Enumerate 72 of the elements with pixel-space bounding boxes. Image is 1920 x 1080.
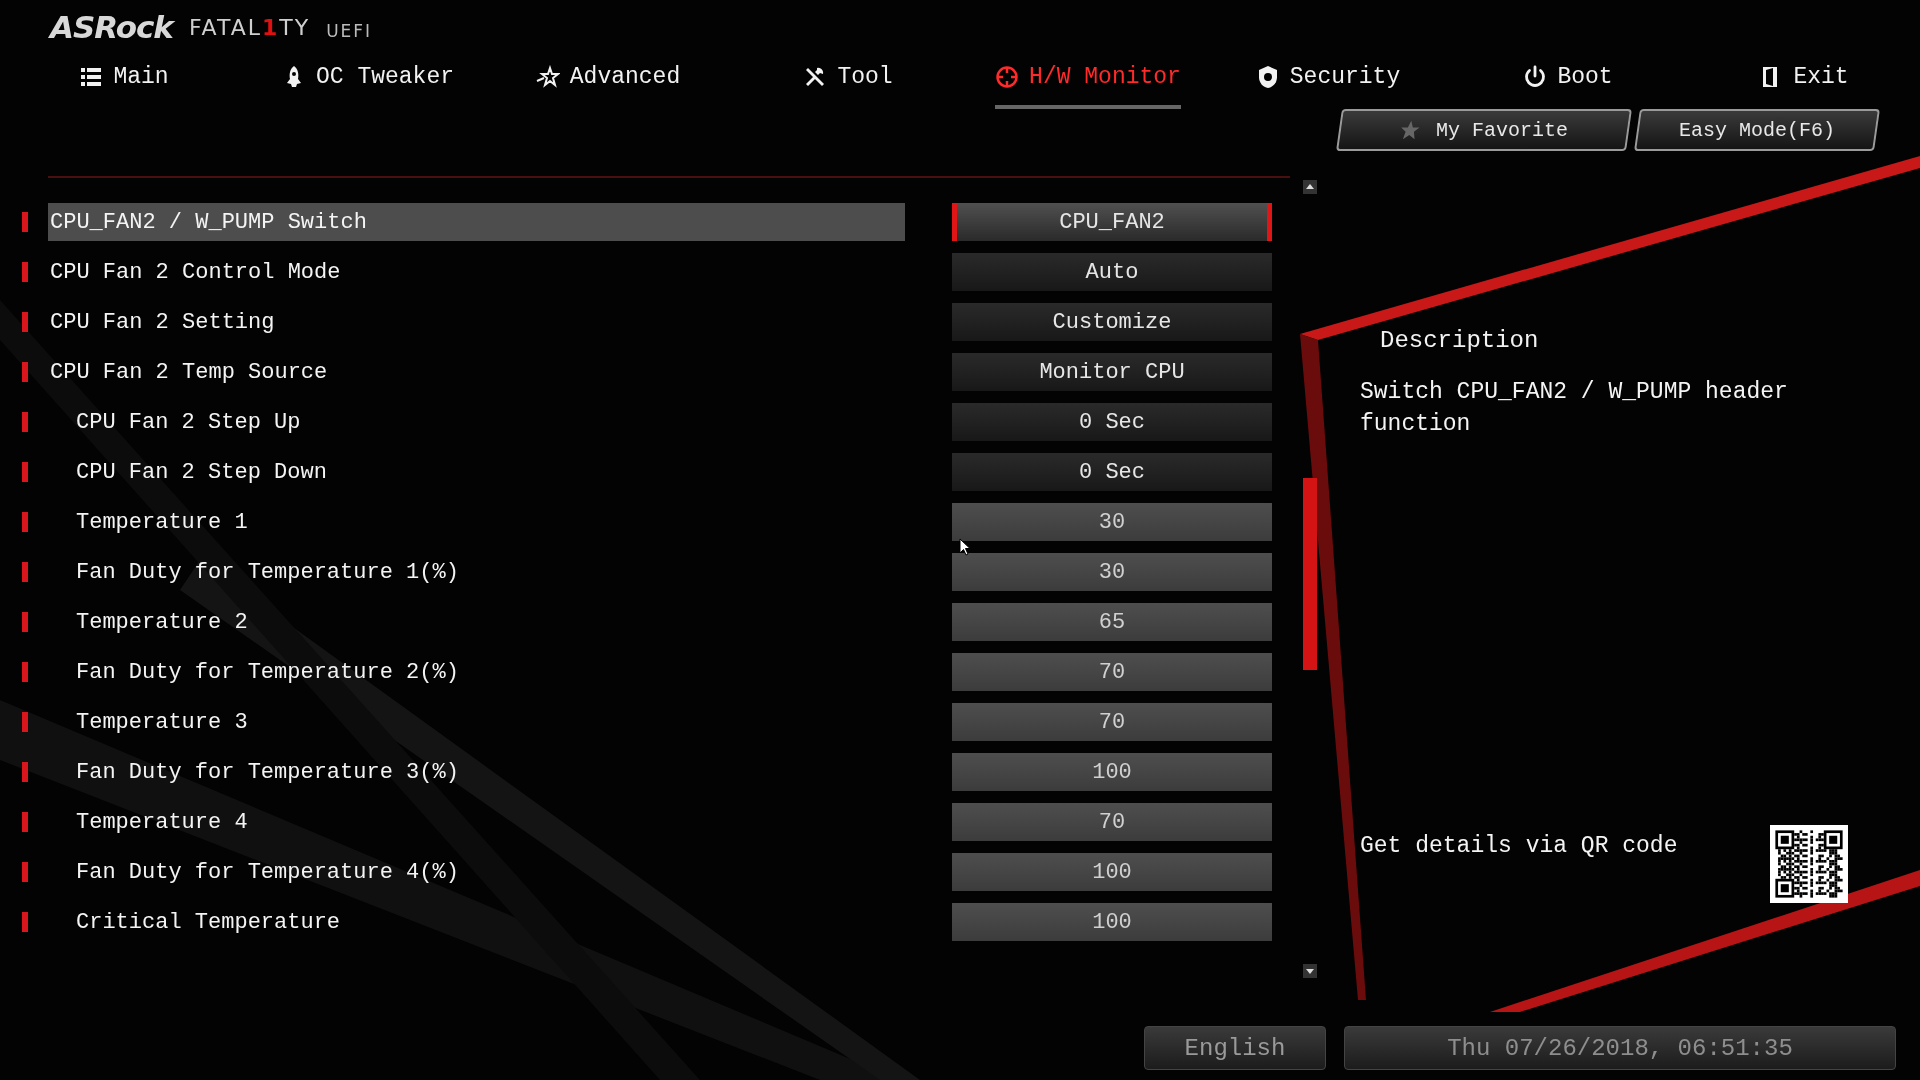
setting-label[interactable]: CPU_FAN2 / W_PUMP Switch [48,203,905,241]
setting-label[interactable]: Temperature 3 [48,703,905,741]
row-marker [22,212,28,232]
nav-tab[interactable]: Tool [803,55,893,109]
number-field[interactable]: 30 [952,553,1272,591]
row-marker [22,312,28,332]
number-field[interactable]: 70 [952,653,1272,691]
setting-label[interactable]: CPU Fan 2 Setting [48,303,905,341]
row-marker [22,562,28,582]
nav-tab[interactable]: H/W Monitor [995,55,1181,109]
number-field[interactable]: 100 [952,853,1272,891]
nav-tab[interactable]: Exit [1759,55,1849,109]
uefi-label: UEFI [326,21,373,41]
nav-tab[interactable]: Security [1255,55,1401,109]
nav-tab[interactable]: Advanced [535,55,681,109]
option-button[interactable]: Auto [952,253,1272,291]
number-field[interactable]: 100 [952,903,1272,941]
brand-logo: ASRock [50,9,173,45]
number-field[interactable]: 100 [952,753,1272,791]
row-marker [22,362,28,382]
qr-code-icon [1770,825,1848,903]
option-button[interactable]: CPU_FAN2 [952,203,1272,241]
favorite-button[interactable]: My Favorite [1336,109,1632,151]
power-icon [1523,65,1548,89]
number-field[interactable]: 30 [952,503,1272,541]
setting-label[interactable]: Critical Temperature [48,903,905,941]
language-button[interactable]: English [1144,1026,1326,1070]
mode-button[interactable]: Easy Mode(F6) [1634,109,1880,151]
row-marker [22,862,28,882]
setting-label[interactable]: Fan Duty for Temperature 1(%) [48,553,905,591]
setting-label[interactable]: CPU Fan 2 Control Mode [48,253,905,291]
nav-tab[interactable]: Boot [1523,55,1613,109]
option-button[interactable]: 0 Sec [952,403,1272,441]
description-title: Description [1380,327,1540,354]
star-icon [535,65,560,89]
setting-label[interactable]: Temperature 4 [48,803,905,841]
row-marker [22,762,28,782]
row-marker [22,662,28,682]
row-marker [22,812,28,832]
crosshair-icon [995,65,1020,89]
row-marker [22,462,28,482]
nav-tab[interactable]: Main [79,55,169,109]
scroll-down-icon[interactable] [1303,964,1317,978]
mouse-cursor-icon [959,538,971,556]
setting-label[interactable]: Fan Duty for Temperature 2(%) [48,653,905,691]
number-field[interactable]: 70 [952,803,1272,841]
qr-caption: Get details via QR code [1360,833,1678,859]
row-marker [22,412,28,432]
row-marker [22,262,28,282]
scrollbar-thumb[interactable] [1303,478,1317,670]
row-marker [22,912,28,932]
option-button[interactable]: Monitor CPU [952,353,1272,391]
product-logo: FATAL1TY [188,14,311,40]
list-icon [79,65,104,89]
scroll-up-icon[interactable] [1303,180,1317,194]
nav-tab[interactable]: OC Tweaker [282,55,454,109]
setting-label[interactable]: Temperature 2 [48,603,905,641]
row-marker [22,612,28,632]
row-marker [22,712,28,732]
row-marker [22,512,28,532]
description-text: Switch CPU_FAN2 / W_PUMP header function [1360,378,1789,439]
setting-label[interactable]: Temperature 1 [48,503,905,541]
setting-label[interactable]: CPU Fan 2 Temp Source [48,353,905,391]
setting-label[interactable]: CPU Fan 2 Step Up [48,403,905,441]
setting-label[interactable]: Fan Duty for Temperature 4(%) [48,853,905,891]
number-field[interactable]: 65 [952,603,1272,641]
option-button[interactable]: Customize [952,303,1272,341]
datetime-display: Thu 07/26/2018, 06:51:35 [1344,1026,1896,1070]
option-button[interactable]: 0 Sec [952,453,1272,491]
number-field[interactable]: 70 [952,703,1272,741]
setting-label[interactable]: Fan Duty for Temperature 3(%) [48,753,905,791]
setting-label[interactable]: CPU Fan 2 Step Down [48,453,905,491]
